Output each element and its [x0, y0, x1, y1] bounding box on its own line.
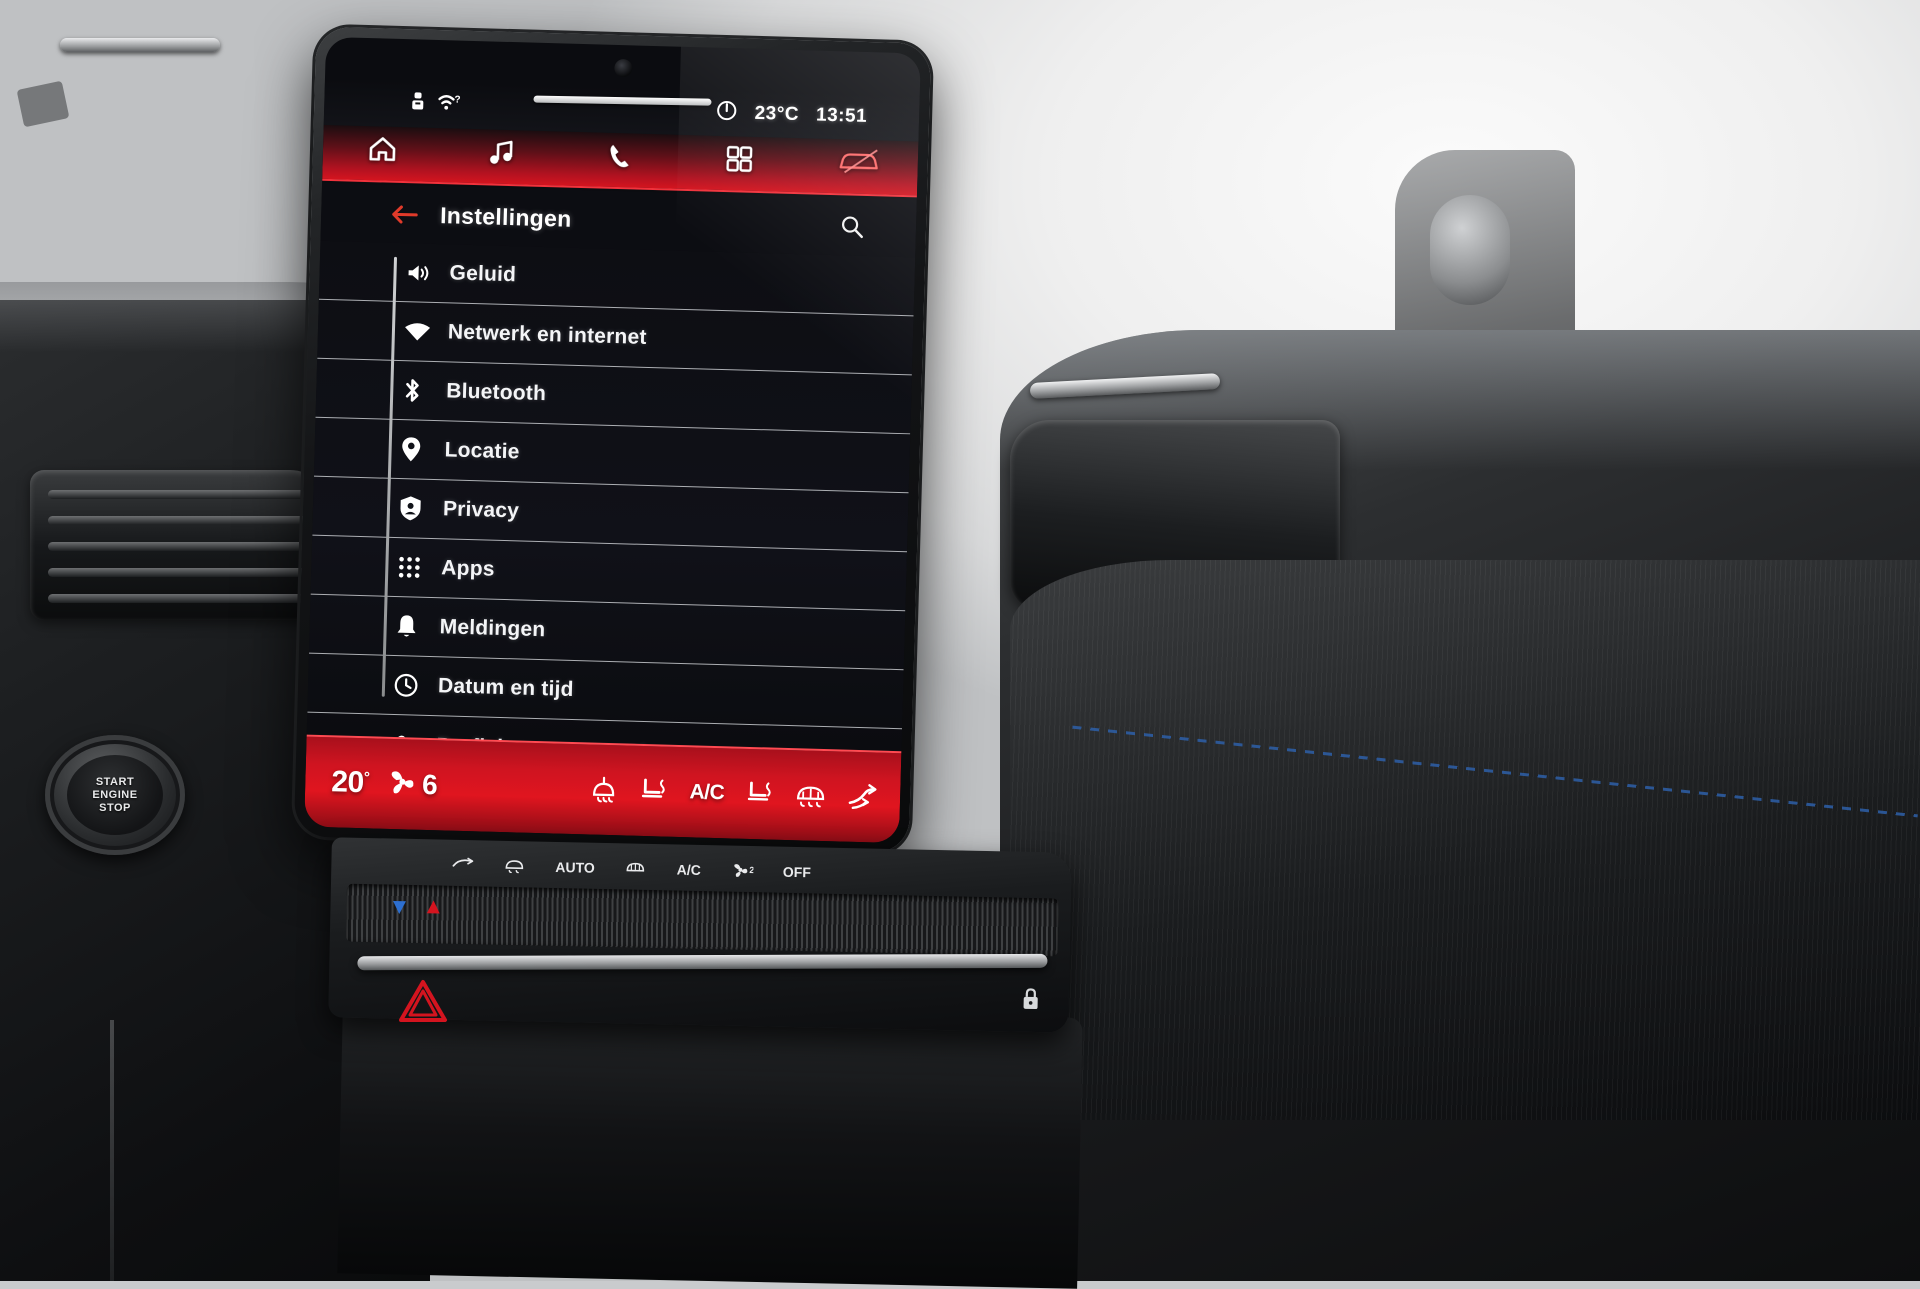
- climate-fan-control[interactable]: 6: [387, 768, 438, 801]
- settings-item-label: Geluid: [449, 261, 516, 287]
- settings-item-label: Datum en tijd: [438, 674, 574, 702]
- center-console-divider: [110, 1020, 114, 1281]
- car-interior-scene: START ENGINE STOP: [0, 0, 1920, 1281]
- bell-icon: [395, 613, 440, 640]
- wifi-question-icon: ?: [438, 93, 462, 119]
- nav-item-phone[interactable]: [560, 131, 680, 188]
- settings-list[interactable]: Geluid Netwerk en internet Bluetooth: [307, 241, 916, 751]
- nav-item-home[interactable]: [322, 125, 442, 182]
- rear-defrost-icon[interactable]: [625, 859, 647, 878]
- center-console-lower-panel: [337, 1002, 1083, 1288]
- ac-icon[interactable]: A/C: [689, 780, 724, 805]
- clock: 13:51: [816, 105, 868, 128]
- phone-icon: [605, 140, 635, 175]
- climate-temperature[interactable]: 20 °: [331, 765, 370, 800]
- front-camera-icon: [614, 59, 632, 77]
- settings-item-label: Bluetooth: [446, 379, 546, 406]
- back-arrow-icon[interactable]: [391, 203, 419, 225]
- console-fan-icon[interactable]: 2: [731, 861, 753, 880]
- location-pin-icon: [400, 436, 445, 463]
- settings-item-label: Privacy: [443, 497, 520, 523]
- climate-bar[interactable]: 20 ° 6: [304, 735, 901, 844]
- car-icon: [835, 145, 882, 183]
- windscreen-defrost-icon[interactable]: [589, 776, 619, 805]
- screen-surface[interactable]: ? 23°C 13:51: [304, 37, 921, 843]
- air-vent-left: [30, 470, 330, 620]
- defrost-icon[interactable]: [503, 856, 525, 875]
- wifi-icon: [404, 321, 449, 343]
- settings-item-label: Netwerk en internet: [448, 320, 647, 350]
- page-title: Instellingen: [440, 202, 572, 233]
- outside-temperature: 23°C: [754, 103, 799, 126]
- console-chrome-trim: [357, 954, 1047, 970]
- hazard-triangle-icon[interactable]: [395, 975, 451, 1027]
- nav-item-media[interactable]: [441, 128, 561, 185]
- rear-defrost-icon[interactable]: [795, 782, 827, 809]
- temp-up-chevron-icon[interactable]: ▲: [422, 893, 444, 919]
- console-label-ac[interactable]: A/C: [677, 862, 701, 879]
- infotainment-display[interactable]: ? 23°C 13:51: [294, 27, 931, 854]
- start-button-line2: ENGINE: [92, 789, 137, 802]
- console-label-off[interactable]: OFF: [783, 864, 811, 881]
- start-button-line3: STOP: [99, 802, 131, 815]
- seatbelt-icon: [410, 91, 426, 117]
- climate-controls[interactable]: A/C: [589, 776, 878, 812]
- svg-text:2: 2: [749, 865, 753, 875]
- climate-temperature-value: 20: [331, 765, 364, 800]
- svg-text:?: ?: [454, 94, 460, 105]
- privacy-shield-icon: [399, 495, 444, 522]
- temp-down-chevron-icon[interactable]: ▼: [388, 893, 410, 919]
- apps-grid-icon: [725, 145, 753, 178]
- airflow-icon[interactable]: [847, 783, 879, 812]
- steering-wheel-knob: [1430, 195, 1510, 305]
- power-icon[interactable]: [716, 99, 738, 127]
- air-vent-left-chrome-trim: [60, 38, 220, 52]
- dashboard-texture-panel: [1010, 560, 1920, 1120]
- clock-icon: [394, 673, 439, 698]
- apps-dots-icon: [397, 555, 442, 580]
- settings-item-label: Apps: [441, 556, 495, 581]
- fan-icon: [387, 768, 418, 801]
- nav-item-apps[interactable]: [679, 135, 799, 192]
- seat-heat-left-icon[interactable]: [639, 777, 669, 806]
- settings-item-label: Locatie: [444, 438, 520, 464]
- home-icon: [367, 134, 399, 169]
- nav-item-vehicle[interactable]: [798, 138, 918, 195]
- console-button-strip[interactable]: [346, 884, 1059, 957]
- screen-handle: [533, 96, 711, 106]
- fan-speed-value: 6: [422, 769, 438, 801]
- start-engine-stop-button[interactable]: START ENGINE STOP: [45, 735, 185, 855]
- seat-heat-right-icon[interactable]: [745, 780, 775, 809]
- start-button-line1: START: [96, 776, 134, 789]
- console-label-auto[interactable]: AUTO: [555, 859, 595, 876]
- search-icon[interactable]: [840, 214, 865, 239]
- ceiling-fixture: [17, 81, 70, 128]
- climate-temperature-unit: °: [364, 770, 370, 785]
- recirculation-icon[interactable]: [451, 855, 473, 874]
- speaker-volume-icon: [405, 261, 450, 285]
- lock-icon[interactable]: [1020, 987, 1041, 1016]
- bluetooth-icon: [402, 377, 447, 404]
- settings-item-label: Meldingen: [439, 615, 545, 642]
- music-note-icon: [486, 137, 516, 172]
